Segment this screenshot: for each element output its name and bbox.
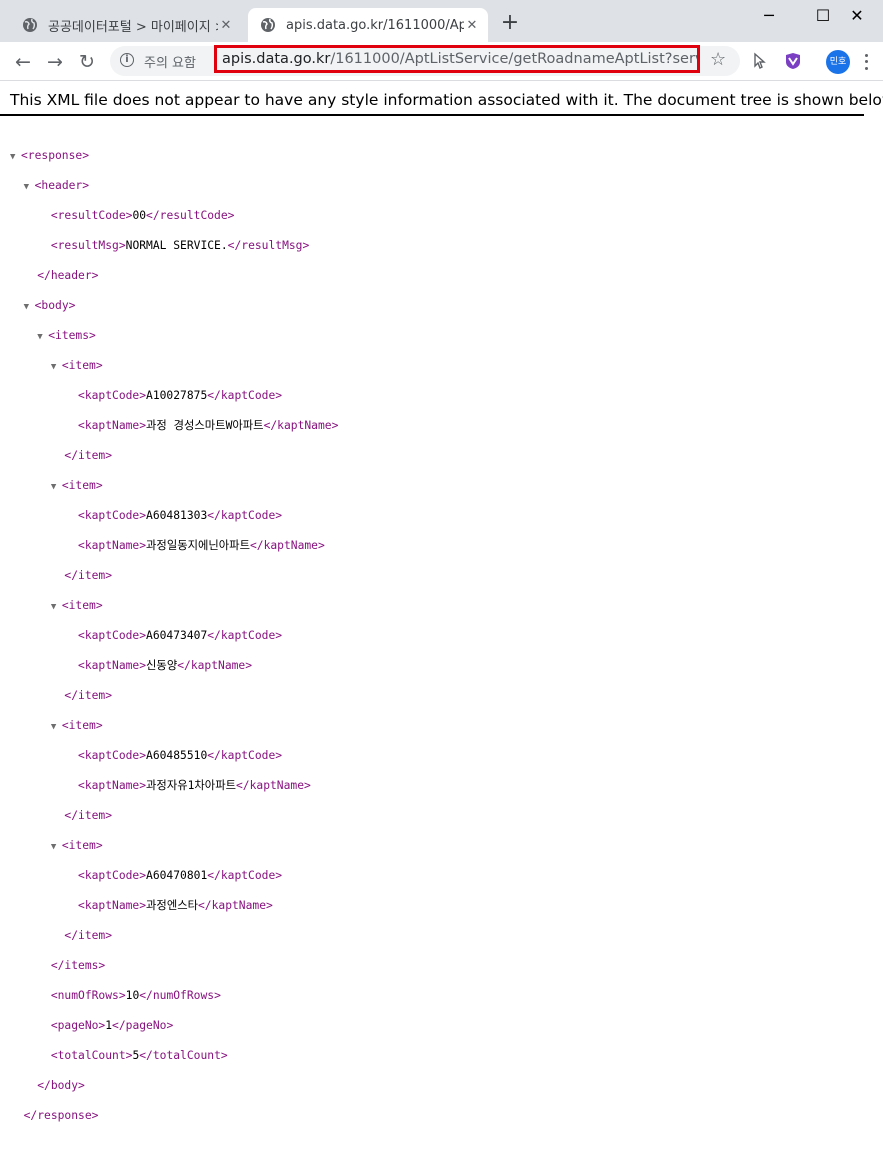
collapse-arrow-icon[interactable]: ▼ — [24, 300, 35, 315]
maximize-icon: ☐ — [815, 5, 831, 25]
address-bar[interactable]: i 주의 요함 apis.data.go.kr/1611000/AptListS… — [110, 45, 740, 76]
url-host: apis.data.go.kr — [222, 51, 331, 67]
kapt-name: 과정일동지에닌아파트 — [146, 539, 250, 552]
page-no: 1 — [105, 1019, 113, 1032]
collapse-arrow-icon[interactable]: ▼ — [51, 720, 62, 735]
kapt-code: A60485510 — [146, 749, 208, 762]
globe-icon — [23, 18, 37, 32]
collapse-arrow-icon[interactable]: ▼ — [37, 330, 48, 345]
minimize-button[interactable]: ─ — [746, 0, 792, 30]
back-button[interactable]: ← — [12, 51, 34, 73]
shield-extension-icon[interactable] — [784, 52, 802, 70]
tab-data-portal[interactable]: 공공데이터포털 > 마이페이지 > 개발계정 ✕ — [8, 8, 242, 42]
kapt-code: A60473407 — [146, 629, 208, 642]
forward-arrow-icon: → — [47, 51, 63, 73]
reload-icon: ↻ — [79, 51, 95, 73]
xml-tag: <item> — [61, 599, 103, 612]
globe-icon — [261, 18, 275, 32]
xml-tree: ▼ <response> ▼ <header> <resultCode>00</re… — [10, 149, 339, 1122]
total-count: 5 — [132, 1049, 140, 1062]
xml-tag: <response> — [21, 149, 90, 162]
collapse-arrow-icon[interactable]: ▼ — [24, 180, 35, 195]
tab-title: 공공데이터포털 > 마이페이지 > 개발계정 — [48, 19, 218, 35]
kapt-name: 과정엔스타 — [146, 899, 198, 912]
kapt-code: A60470801 — [146, 869, 208, 882]
close-tab-icon[interactable]: ✕ — [464, 17, 480, 33]
bookmark-star-icon[interactable]: ☆ — [710, 49, 726, 70]
security-label[interactable]: 주의 요함 — [144, 52, 196, 71]
xml-tag: <item> — [61, 359, 103, 372]
browser-toolbar: ← → ↻ i 주의 요함 apis.data.go.kr/1611000/Ap… — [0, 42, 883, 81]
xml-tag: <item> — [61, 479, 103, 492]
more-menu-icon[interactable] — [860, 52, 872, 72]
collapse-arrow-icon[interactable]: ▼ — [51, 360, 62, 375]
close-tab-icon[interactable]: ✕ — [218, 17, 234, 33]
num-of-rows: 10 — [125, 989, 140, 1002]
result-msg: NORMAL SERVICE. — [125, 239, 228, 252]
back-arrow-icon: ← — [15, 51, 31, 73]
xml-tag: <item> — [61, 839, 103, 852]
kapt-name: 신동양 — [146, 659, 178, 672]
xml-tag: <header> — [34, 179, 90, 192]
collapse-arrow-icon[interactable]: ▼ — [51, 600, 62, 615]
reload-button[interactable]: ↻ — [76, 51, 98, 73]
new-tab-button[interactable]: + — [498, 12, 522, 36]
close-icon: ✕ — [850, 5, 864, 25]
xml-style-notice: This XML file does not appear to have an… — [0, 91, 883, 116]
forward-button[interactable]: → — [44, 51, 66, 73]
url-path: /1611000/AptListService/getRoadnameAptLi… — [330, 51, 697, 67]
tab-api-response[interactable]: apis.data.go.kr/1611000/AptListService/g… — [248, 8, 488, 42]
xml-tag: <body> — [34, 299, 76, 312]
kapt-code: A60481303 — [146, 509, 208, 522]
result-code: 00 — [132, 209, 147, 222]
cursor-extension-icon[interactable] — [752, 52, 770, 70]
collapse-arrow-icon[interactable]: ▼ — [51, 480, 62, 495]
profile-avatar[interactable]: 민호 — [826, 50, 850, 74]
xml-tag: <items> — [48, 329, 96, 342]
tab-title: apis.data.go.kr/1611000/AptListService/g… — [286, 17, 464, 33]
collapse-arrow-icon[interactable]: ▼ — [10, 150, 21, 165]
window-close-button[interactable]: ✕ — [834, 0, 880, 30]
kapt-name: 과정 경성스마트W아파트 — [146, 419, 264, 432]
kapt-code: A10027875 — [146, 389, 208, 402]
minimize-icon: ─ — [764, 5, 774, 25]
tab-strip: 공공데이터포털 > 마이페이지 > 개발계정 ✕ apis.data.go.kr… — [0, 0, 883, 42]
collapse-arrow-icon[interactable]: ▼ — [51, 840, 62, 855]
kapt-name: 과정자유1차아파트 — [146, 779, 236, 792]
xml-tag: <item> — [61, 719, 103, 732]
info-icon[interactable]: i — [120, 53, 134, 67]
url-input[interactable]: apis.data.go.kr/1611000/AptListService/g… — [214, 45, 700, 73]
